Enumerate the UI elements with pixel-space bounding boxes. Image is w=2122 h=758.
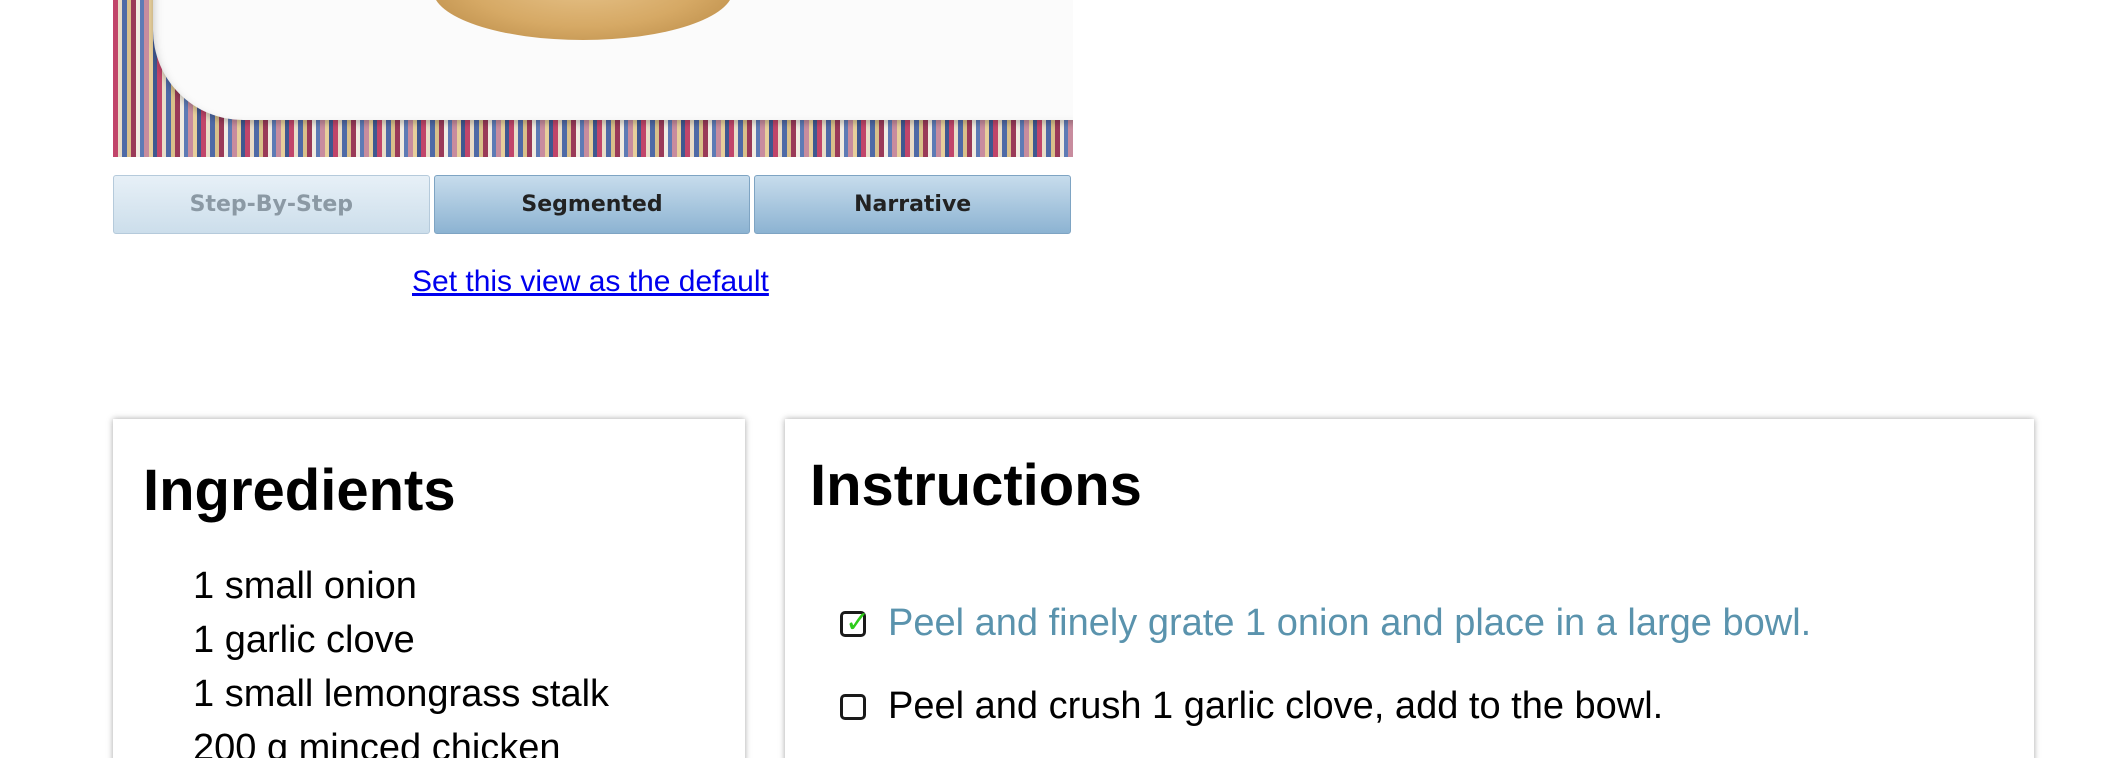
instructions-panel: Instructions ✓ Peel and finely grate 1 o… <box>785 419 2034 758</box>
ingredient-item: 1 garlic clove <box>193 619 415 661</box>
check-mark-icon: ✓ <box>845 605 871 639</box>
ingredient-item: 200 g minced chicken <box>193 727 561 758</box>
step-2-text: Peel and crush 1 garlic clove, add to th… <box>888 685 1664 727</box>
recipe-page: Step-By-Step Segmented Narrative Set thi… <box>0 0 2122 758</box>
ingredients-panel: Ingredients 1 small onion 1 garlic clove… <box>113 419 745 758</box>
instruction-step-1: ✓ Peel and finely grate 1 onion and plac… <box>840 602 1811 645</box>
set-default-view-link[interactable]: Set this view as the default <box>412 265 769 299</box>
instructions-title: Instructions <box>810 453 1142 518</box>
ingredients-title: Ingredients <box>143 458 456 523</box>
step-2-checkbox[interactable] <box>840 693 866 720</box>
recipe-photo <box>113 0 1073 157</box>
view-tab-narrative[interactable]: Narrative <box>754 175 1072 234</box>
view-tab-segmented[interactable]: Segmented <box>433 175 751 234</box>
ingredient-item: 1 small lemongrass stalk <box>193 673 610 715</box>
step-1-checkbox[interactable]: ✓ <box>840 607 870 637</box>
ingredient-item: 1 small onion <box>193 565 417 607</box>
step-1-text: Peel and finely grate 1 onion and place … <box>888 602 1812 644</box>
instruction-step-2: Peel and crush 1 garlic clove, add to th… <box>840 685 1663 728</box>
ingredients-list: 1 small onion 1 garlic clove 1 small lem… <box>193 559 609 758</box>
view-mode-tabs: Step-By-Step Segmented Narrative <box>113 175 1072 234</box>
view-tab-step-by-step[interactable]: Step-By-Step <box>113 175 430 234</box>
